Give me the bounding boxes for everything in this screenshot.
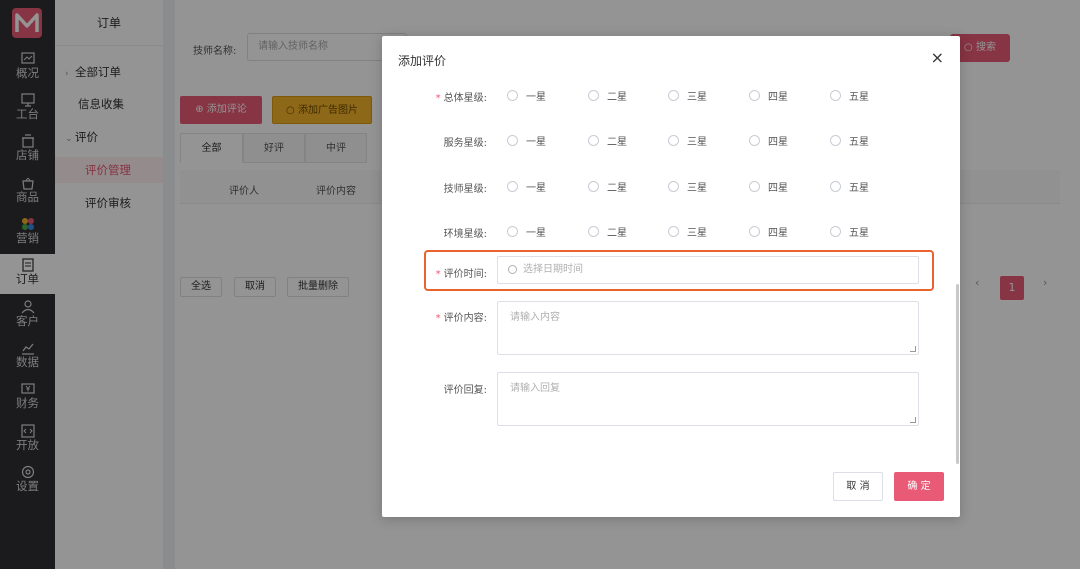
confirm-button[interactable]: 确 定 <box>894 472 944 501</box>
radio-circle-icon <box>749 90 760 101</box>
star-radio[interactable]: 四星 <box>749 88 788 103</box>
rating-row-label: 环境星级: <box>382 225 487 240</box>
star-radio[interactable]: 三星 <box>668 224 707 239</box>
star-radio-label: 三星 <box>687 228 707 239</box>
star-radio[interactable]: 四星 <box>749 224 788 239</box>
radio-circle-icon <box>668 226 679 237</box>
radio-circle-icon <box>668 181 679 192</box>
content-label: * 评价内容: <box>382 309 487 324</box>
dialog-scrollbar[interactable] <box>956 284 959 464</box>
resize-handle-icon[interactable] <box>910 417 916 423</box>
star-radio[interactable]: 二星 <box>588 88 627 103</box>
rating-row-label: * 总体星级: <box>382 89 487 104</box>
radio-circle-icon <box>588 135 599 146</box>
star-radio[interactable]: 四星 <box>749 133 788 148</box>
radio-circle-icon <box>830 226 841 237</box>
required-mark: * <box>435 313 441 324</box>
reply-label: 评价回复: <box>443 385 487 396</box>
radio-circle-icon <box>588 226 599 237</box>
clock-icon <box>508 264 517 274</box>
add-review-dialog: 添加评价 × * 总体星级: 一星 二星 三星 四星 五星 服务星级: 一星 二星 三星 四星 五星 技师… <box>382 36 960 517</box>
time-label-text: 评价时间: <box>443 269 487 280</box>
star-radio[interactable]: 五星 <box>830 224 869 239</box>
rating-row-label: 技师星级: <box>382 180 487 195</box>
radio-circle-icon <box>507 181 518 192</box>
rating-row-label-text: 环境星级: <box>443 229 487 240</box>
star-radio[interactable]: 二星 <box>588 179 627 194</box>
star-radio-label: 三星 <box>687 183 707 194</box>
radio-circle-icon <box>507 90 518 101</box>
content-textarea[interactable]: 请输入内容 <box>497 301 919 355</box>
star-radio-label: 五星 <box>849 92 869 103</box>
rating-row-label: 服务星级: <box>382 134 487 149</box>
radio-circle-icon <box>749 226 760 237</box>
star-radio-label: 二星 <box>607 92 627 103</box>
content-placeholder: 请输入内容 <box>510 312 560 323</box>
star-radio[interactable]: 四星 <box>749 179 788 194</box>
star-radio-label: 四星 <box>768 228 788 239</box>
content-label-text: 评价内容: <box>443 313 487 324</box>
radio-circle-icon <box>749 135 760 146</box>
star-radio-label: 一星 <box>526 183 546 194</box>
star-radio-label: 一星 <box>526 228 546 239</box>
star-radio-label: 二星 <box>607 228 627 239</box>
star-radio-label: 一星 <box>526 92 546 103</box>
star-radio-label: 四星 <box>768 183 788 194</box>
resize-handle-icon[interactable] <box>910 346 916 352</box>
star-radio[interactable]: 一星 <box>507 179 546 194</box>
reply-placeholder: 请输入回复 <box>510 383 560 394</box>
star-radio[interactable]: 二星 <box>588 224 627 239</box>
star-radio-label: 四星 <box>768 137 788 148</box>
star-radio-label: 五星 <box>849 228 869 239</box>
radio-circle-icon <box>668 90 679 101</box>
radio-circle-icon <box>507 226 518 237</box>
star-radio[interactable]: 三星 <box>668 88 707 103</box>
rating-row-label-text: 总体星级: <box>443 93 487 104</box>
star-radio[interactable]: 五星 <box>830 88 869 103</box>
star-radio[interactable]: 五星 <box>830 133 869 148</box>
star-radio[interactable]: 一星 <box>507 224 546 239</box>
star-radio-label: 二星 <box>607 137 627 148</box>
datetime-picker-input[interactable]: 选择日期时间 <box>497 256 919 284</box>
reply-textarea[interactable]: 请输入回复 <box>497 372 919 426</box>
star-radio-label: 三星 <box>687 137 707 148</box>
star-radio-label: 五星 <box>849 137 869 148</box>
cancel-button[interactable]: 取 消 <box>833 472 883 501</box>
datetime-placeholder: 选择日期时间 <box>523 264 583 275</box>
required-mark: * <box>435 269 441 280</box>
rating-row-label-text: 服务星级: <box>443 138 487 149</box>
radio-circle-icon <box>749 181 760 192</box>
star-radio-label: 四星 <box>768 92 788 103</box>
radio-circle-icon <box>830 181 841 192</box>
radio-circle-icon <box>830 135 841 146</box>
star-radio-label: 二星 <box>607 183 627 194</box>
rating-row-label-text: 技师星级: <box>443 184 487 195</box>
star-radio[interactable]: 一星 <box>507 88 546 103</box>
star-radio-label: 三星 <box>687 92 707 103</box>
radio-circle-icon <box>588 181 599 192</box>
required-mark: * <box>435 93 441 104</box>
radio-circle-icon <box>507 135 518 146</box>
star-radio[interactable]: 一星 <box>507 133 546 148</box>
radio-circle-icon <box>830 90 841 101</box>
dialog-title: 添加评价 <box>398 54 447 68</box>
star-radio[interactable]: 二星 <box>588 133 627 148</box>
close-icon[interactable]: × <box>931 48 944 67</box>
radio-circle-icon <box>668 135 679 146</box>
star-radio-label: 五星 <box>849 183 869 194</box>
radio-circle-icon <box>588 90 599 101</box>
time-label: * 评价时间: <box>382 265 487 280</box>
star-radio[interactable]: 三星 <box>668 133 707 148</box>
star-radio[interactable]: 三星 <box>668 179 707 194</box>
star-radio[interactable]: 五星 <box>830 179 869 194</box>
star-radio-label: 一星 <box>526 137 546 148</box>
